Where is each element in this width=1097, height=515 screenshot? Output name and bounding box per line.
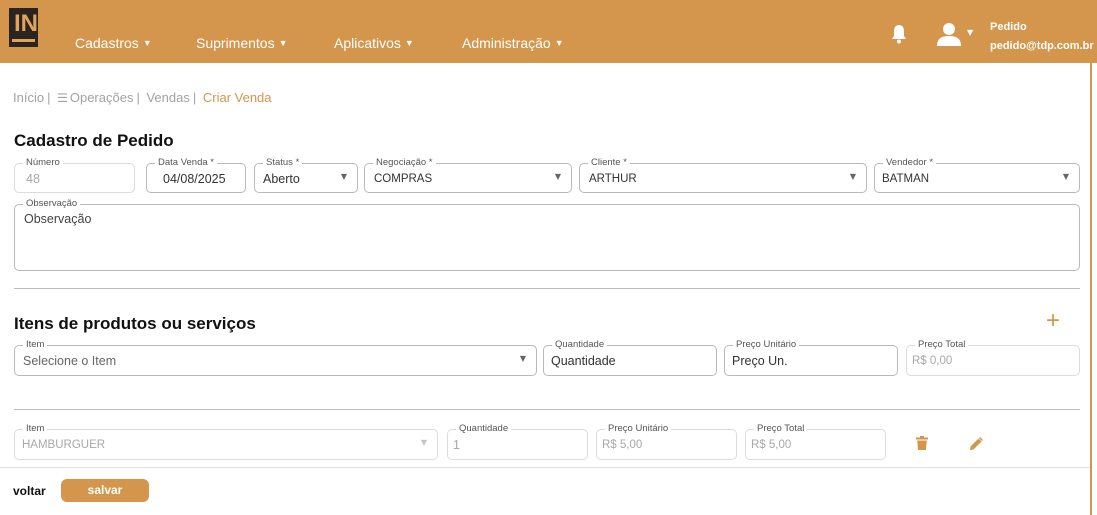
row-preco-unitario-label: Preço Unitário xyxy=(605,423,672,435)
table-row-item-select: Item HAMBURGUER ▼ xyxy=(14,423,438,460)
item-label: Item xyxy=(23,339,48,351)
bell-icon[interactable] xyxy=(891,24,907,44)
user-avatar-icon[interactable] xyxy=(936,22,962,46)
table-row-preco-total: Preço Total R$ 5,00 xyxy=(745,423,886,460)
vendedor-value: BATMAN xyxy=(882,173,930,185)
breadcrumb-operacoes[interactable]: Operações xyxy=(70,90,134,105)
data-venda-field[interactable]: Data Venda * 04/08/2025 xyxy=(146,157,246,193)
negociacao-select[interactable]: Negociação * COMPRAS ▼ xyxy=(364,157,572,193)
section-divider xyxy=(14,288,1080,289)
back-button[interactable]: voltar xyxy=(13,484,46,498)
trash-icon[interactable] xyxy=(916,436,928,450)
negociacao-label: Negociação * xyxy=(373,157,436,169)
add-item-button[interactable]: + xyxy=(1046,309,1060,333)
nav-suprimentos-label: Suprimentos xyxy=(196,35,275,51)
data-venda-value: 04/08/2025 xyxy=(163,172,226,186)
observacao-placeholder: Observação xyxy=(24,212,92,226)
preco-total-field: Preço Total R$ 0,00 xyxy=(906,339,1080,376)
row-item-value: HAMBURGUER xyxy=(22,439,106,451)
quantidade-input[interactable]: Quantidade Quantidade xyxy=(543,339,717,376)
chevron-down-icon: ▼ xyxy=(278,38,288,48)
chevron-down-icon: ▼ xyxy=(420,438,427,447)
breadcrumb-separator: | xyxy=(136,90,140,105)
preco-total-label: Preço Total xyxy=(915,339,969,351)
logo-text: IN xyxy=(14,10,38,37)
status-value: Aberto xyxy=(263,172,300,186)
preco-unitario-label: Preço Unitário xyxy=(733,339,800,351)
cliente-label: Cliente * xyxy=(588,157,630,169)
preco-total-value: R$ 0,00 xyxy=(912,355,953,367)
breadcrumb-separator: | xyxy=(192,90,197,105)
breadcrumb-inicio[interactable]: Início xyxy=(13,90,44,105)
chevron-down-icon: ▼ xyxy=(554,172,561,181)
chevron-down-icon: ▼ xyxy=(849,172,856,181)
chevron-down-icon: ▼ xyxy=(340,172,347,181)
status-label: Status * xyxy=(263,157,303,169)
items-section-title: Itens de produtos ou serviços xyxy=(14,314,256,333)
row-preco-unitario-value: R$ 5,00 xyxy=(602,439,643,451)
numero-field[interactable]: Número 48 xyxy=(14,157,135,193)
cliente-value: ARTHUR xyxy=(589,173,637,185)
vendedor-label: Vendedor * xyxy=(883,157,937,169)
row-preco-total-value: R$ 5,00 xyxy=(751,439,792,451)
cliente-select[interactable]: Cliente * ARTHUR ▼ xyxy=(579,157,867,193)
chevron-down-icon: ▼ xyxy=(142,38,152,48)
nav-cadastros-label: Cadastros xyxy=(75,35,139,51)
row-quantidade-label: Quantidade xyxy=(456,423,512,435)
preco-unitario-input[interactable]: Preço Unitário Preço Un. xyxy=(724,339,898,376)
nav-administracao-label: Administração xyxy=(462,35,551,51)
top-navbar: IN Cadastros ▼ Suprimentos ▼ Aplicativos ▼ … xyxy=(0,0,1097,63)
vendedor-select[interactable]: Vendedor * BATMAN ▼ xyxy=(874,157,1080,193)
breadcrumb-current: Criar Venda xyxy=(202,90,272,105)
preco-unitario-placeholder: Preço Un. xyxy=(732,354,788,368)
breadcrumb-separator: | xyxy=(47,90,51,105)
item-placeholder: Selecione o Item xyxy=(23,354,117,368)
item-select[interactable]: Item Selecione o Item ▼ xyxy=(14,339,537,376)
row-item-label: Item xyxy=(23,423,48,435)
nav-administracao[interactable]: Administração ▼ xyxy=(462,35,564,51)
app-logo[interactable]: IN xyxy=(9,8,38,47)
numero-value: 48 xyxy=(26,172,40,186)
table-row-quantidade: Quantidade 1 xyxy=(447,423,588,460)
breadcrumb-vendas[interactable]: Vendas xyxy=(146,90,189,105)
nav-aplicativos[interactable]: Aplicativos ▼ xyxy=(334,35,414,51)
quantidade-placeholder: Quantidade xyxy=(551,354,616,368)
page-title: Cadastro de Pedido xyxy=(14,131,174,150)
chevron-down-icon: ▼ xyxy=(519,354,526,363)
items-divider xyxy=(14,409,1080,410)
negociacao-value: COMPRAS xyxy=(374,173,433,185)
data-venda-label: Data Venda * xyxy=(155,157,217,169)
chevron-down-icon: ▼ xyxy=(1062,172,1069,181)
nav-aplicativos-label: Aplicativos xyxy=(334,35,401,51)
quantidade-label: Quantidade xyxy=(552,339,608,351)
chevron-down-icon: ▼ xyxy=(404,38,414,48)
nav-suprimentos[interactable]: Suprimentos ▼ xyxy=(196,35,288,51)
status-select[interactable]: Status * Aberto ▼ xyxy=(254,157,358,193)
chevron-down-icon[interactable]: ▼ xyxy=(967,28,973,37)
user-email: pedido@tdp.com.br xyxy=(990,40,1094,52)
logo-underline xyxy=(12,39,35,42)
page-right-border xyxy=(1090,63,1092,515)
save-button[interactable]: salvar xyxy=(61,479,149,502)
pencil-icon[interactable] xyxy=(969,437,983,451)
menu-icon: ☰ xyxy=(57,91,68,105)
nav-cadastros[interactable]: Cadastros ▼ xyxy=(75,35,152,51)
user-name: Pedido xyxy=(990,21,1027,33)
row-preco-total-label: Preço Total xyxy=(754,423,808,435)
numero-label: Número xyxy=(23,157,63,169)
observacao-textarea[interactable]: Observação Observação xyxy=(14,198,1080,271)
row-quantidade-value: 1 xyxy=(453,438,460,452)
breadcrumb: Início | ☰ Operações | Vendas | Criar Venda xyxy=(13,90,272,105)
chevron-down-icon: ▼ xyxy=(554,38,564,48)
table-row-preco-unitario: Preço Unitário R$ 5,00 xyxy=(596,423,737,460)
observacao-label: Observação xyxy=(23,198,81,210)
footer-divider xyxy=(0,467,1090,468)
